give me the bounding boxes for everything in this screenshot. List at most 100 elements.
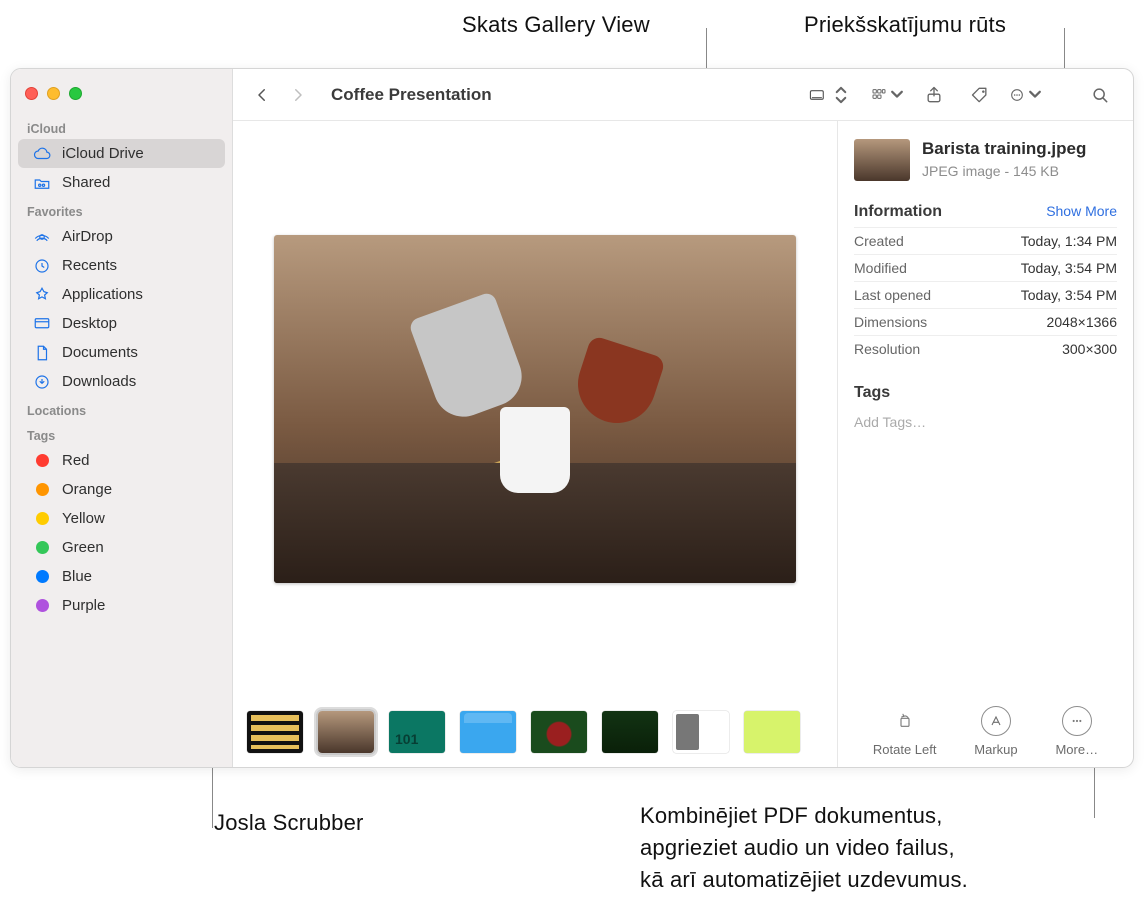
view-mode-button[interactable]	[807, 80, 853, 110]
sidebar-item-applications[interactable]: Applications	[18, 280, 225, 309]
sidebar-item-recents[interactable]: Recents	[18, 251, 225, 280]
sidebar-item-label: Yellow	[62, 510, 105, 527]
minimize-button[interactable]	[47, 87, 60, 100]
show-more-link[interactable]: Show More	[1046, 203, 1117, 219]
gallery-view	[233, 121, 837, 767]
sidebar-item-label: Orange	[62, 481, 112, 498]
callout-gallery-view: Skats Gallery View	[462, 12, 650, 38]
callout-scrubber: Josla Scrubber	[214, 810, 364, 836]
scrubber-thumb[interactable]	[247, 711, 303, 753]
airdrop-icon	[32, 227, 52, 247]
sidebar-item-desktop[interactable]: Desktop	[18, 309, 225, 338]
info-key: Modified	[854, 260, 907, 276]
sidebar-section-tags: Tags	[11, 421, 232, 446]
nav-buttons	[239, 80, 321, 110]
preview-pane: Barista training.jpeg JPEG image - 145 K…	[837, 121, 1133, 767]
applications-icon	[32, 285, 52, 305]
sidebar-item-downloads[interactable]: Downloads	[18, 367, 225, 396]
sidebar-tag-item[interactable]: Red	[18, 446, 225, 475]
tags-button[interactable]	[963, 80, 997, 110]
preview-tags-heading: Tags	[854, 384, 890, 402]
shared-folder-icon	[32, 173, 52, 193]
share-button[interactable]	[917, 80, 951, 110]
add-tags-field[interactable]: Add Tags…	[854, 408, 1117, 430]
sidebar-item-label: Shared	[62, 174, 110, 191]
scrubber-thumb[interactable]	[602, 711, 658, 753]
callout-preview-pane: Priekšskatījumu rūts	[804, 12, 1006, 38]
sidebar-item-icloud-drive[interactable]: iCloud Drive	[18, 139, 225, 168]
sidebar-item-documents[interactable]: Documents	[18, 338, 225, 367]
sidebar-item-label: AirDrop	[62, 228, 113, 245]
chevron-down-icon	[1027, 85, 1043, 105]
info-value: 2048×1366	[1047, 314, 1117, 330]
sidebar-tag-item[interactable]: Yellow	[18, 504, 225, 533]
info-row: Dimensions 2048×1366	[854, 308, 1117, 335]
info-key: Created	[854, 233, 904, 249]
tag-color-icon	[32, 596, 52, 616]
zoom-button[interactable]	[69, 87, 82, 100]
info-row: Resolution 300×300	[854, 335, 1117, 362]
preview-thumbnail	[854, 139, 910, 181]
scrubber-thumb[interactable]	[460, 711, 516, 753]
forward-button[interactable]	[281, 80, 315, 110]
tag-color-icon	[32, 480, 52, 500]
sidebar-item-label: iCloud Drive	[62, 145, 144, 162]
sidebar-item-airdrop[interactable]: AirDrop	[18, 222, 225, 251]
document-icon	[32, 343, 52, 363]
clock-icon	[32, 256, 52, 276]
group-button[interactable]	[871, 80, 905, 110]
downloads-icon	[32, 372, 52, 392]
preview-kind: JPEG image - 145 KB	[922, 163, 1086, 179]
back-button[interactable]	[245, 80, 279, 110]
scrubber-bar[interactable]	[233, 707, 837, 767]
info-row: Last opened Today, 3:54 PM	[854, 281, 1117, 308]
scrubber-thumb[interactable]	[389, 711, 445, 753]
sidebar-item-label: Downloads	[62, 373, 136, 390]
info-key: Dimensions	[854, 314, 927, 330]
scrubber-thumb[interactable]	[744, 711, 800, 753]
sidebar-section-icloud: iCloud	[11, 114, 232, 139]
chevron-updown-icon	[831, 85, 851, 105]
sidebar-item-label: Documents	[62, 344, 138, 361]
info-value: Today, 3:54 PM	[1021, 260, 1117, 276]
window-controls	[11, 83, 232, 114]
desktop-icon	[32, 314, 52, 334]
sidebar-item-label: Red	[62, 452, 90, 469]
close-button[interactable]	[25, 87, 38, 100]
gallery-preview-image[interactable]	[274, 235, 796, 583]
action-label: More…	[1055, 742, 1098, 757]
action-button[interactable]	[1009, 80, 1043, 110]
markup-button[interactable]: Markup	[974, 706, 1017, 757]
sidebar-section-locations: Locations	[11, 396, 232, 421]
callout-more-desc: Kombinējiet PDF dokumentus, apgrieziet a…	[640, 800, 968, 896]
info-value: Today, 3:54 PM	[1021, 287, 1117, 303]
main-area: Coffee Presentation	[233, 69, 1133, 767]
sidebar-item-label: Blue	[62, 568, 92, 585]
sidebar-item-label: Green	[62, 539, 104, 556]
sidebar-item-shared[interactable]: Shared	[18, 168, 225, 197]
tag-color-icon	[32, 451, 52, 471]
more-actions-button[interactable]: More…	[1055, 706, 1098, 757]
scrubber-thumb[interactable]	[673, 711, 729, 753]
sidebar-item-label: Recents	[62, 257, 117, 274]
sidebar-tag-item[interactable]: Orange	[18, 475, 225, 504]
info-row: CreatedToday, 1:34 PM	[854, 227, 1117, 254]
action-label: Rotate Left	[873, 742, 937, 757]
sidebar-tag-item[interactable]: Purple	[18, 591, 225, 620]
sidebar-tag-item[interactable]: Green	[18, 533, 225, 562]
tag-color-icon	[32, 538, 52, 558]
finder-window: iCloud iCloud Drive Shared Favorites	[10, 68, 1134, 768]
scrubber-thumb[interactable]	[531, 711, 587, 753]
info-row: Modified Today, 3:54 PM	[854, 254, 1117, 281]
search-button[interactable]	[1083, 80, 1117, 110]
info-value: 300×300	[1062, 341, 1117, 357]
info-key: Last opened	[854, 287, 931, 303]
sidebar-item-label: Purple	[62, 597, 105, 614]
sidebar-item-label: Applications	[62, 286, 143, 303]
tag-color-icon	[32, 567, 52, 587]
scrubber-thumb-selected[interactable]	[318, 711, 374, 753]
sidebar-tag-item[interactable]: Blue	[18, 562, 225, 591]
rotate-left-button[interactable]: Rotate Left	[873, 706, 937, 757]
info-key: Resolution	[854, 341, 920, 357]
preview-info-heading: Information	[854, 203, 942, 221]
